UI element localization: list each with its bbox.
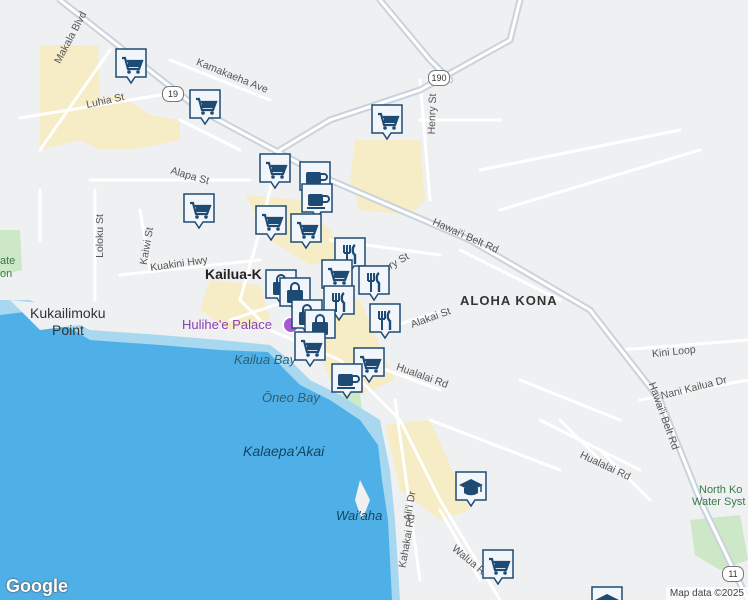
shopping-cart-marker[interactable]: [182, 192, 216, 230]
google-logo: Google: [6, 576, 68, 596]
kaloko-fragment-label: ate: [0, 255, 16, 267]
henry-st-north-label: Henry St: [425, 93, 440, 135]
shopping-cart-marker[interactable]: [481, 548, 515, 586]
shopping-cart-marker[interactable]: [289, 212, 323, 250]
shopping-cart-marker[interactable]: [293, 330, 327, 368]
route-11-shield: 11: [722, 566, 744, 582]
kukailimoku-point-label-1: Kukailimoku: [30, 305, 106, 321]
hulihee-palace-label[interactable]: Hulihe'e Palace: [182, 317, 272, 332]
restaurant-marker[interactable]: [357, 264, 391, 302]
kailua-bay-label: Kailua Bay: [234, 352, 297, 367]
north-kona-label-2: Water Syst: [692, 496, 746, 508]
aloha-kona-label: ALOHA KONA: [460, 293, 558, 308]
oneo-bay-label: Ōneo Bay: [262, 390, 320, 405]
attribution-text[interactable]: Map data ©2025: [665, 587, 748, 600]
shopping-cart-marker[interactable]: [370, 103, 404, 141]
kaloko-fragment2-label: on: [0, 268, 13, 280]
map-view[interactable]: 190 19 11 Makala Blvd Luhia St Kamakaeha…: [0, 0, 748, 600]
shopping-cart-marker[interactable]: [188, 88, 222, 126]
route-190-shield: 190: [428, 70, 450, 86]
shopping-cart-marker[interactable]: [258, 152, 292, 190]
school-marker[interactable]: [590, 585, 624, 600]
loloku-st-label: Loloku St: [93, 214, 106, 258]
north-kona-label-1: North Ko: [699, 484, 743, 496]
school-marker[interactable]: [454, 470, 488, 508]
coffee-marker[interactable]: [330, 362, 364, 400]
shopping-cart-marker[interactable]: [114, 47, 148, 85]
route-19-shield: 19: [162, 86, 184, 102]
kailua-town-label: Kailua-K: [205, 266, 262, 282]
kalaepa-akai-label: Kalaepa'Akai: [243, 443, 325, 459]
restaurant-marker[interactable]: [368, 302, 402, 340]
kukailimoku-point-label-2: Point: [52, 322, 84, 338]
shopping-cart-marker[interactable]: [254, 204, 288, 242]
waiaha-label: Wai'aha: [336, 508, 383, 523]
